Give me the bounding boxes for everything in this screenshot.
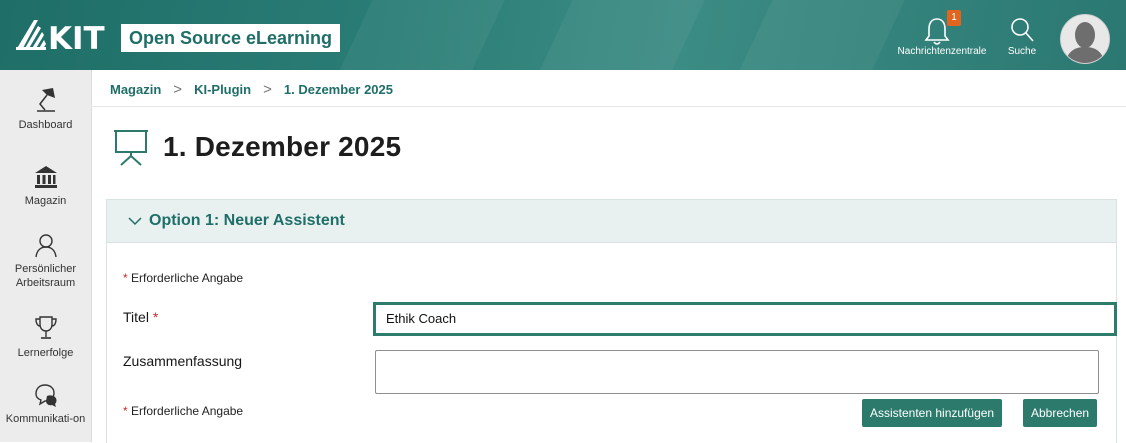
sidebar-item-label: Dashboard bbox=[18, 119, 73, 131]
header-decoration bbox=[531, 0, 709, 70]
sidebar-item-communication[interactable]: Kommunikati-on bbox=[0, 382, 91, 426]
required-asterisk: * bbox=[123, 404, 128, 418]
logo-text: KIT bbox=[48, 21, 105, 52]
summary-textarea[interactable] bbox=[375, 350, 1099, 394]
breadcrumb: Magazin > KI-Plugin > 1. Dezember 2025 bbox=[91, 70, 1126, 107]
presentation-board-icon bbox=[114, 130, 148, 166]
required-asterisk: * bbox=[152, 309, 159, 325]
required-asterisk: * bbox=[123, 271, 128, 285]
notification-center-button[interactable]: 1 Nachrichtenzentrale bbox=[890, 10, 994, 62]
add-assistant-button[interactable]: Assistenten hinzufügen bbox=[862, 399, 1003, 427]
title-label: Titel * bbox=[123, 309, 158, 325]
section-header[interactable]: Option 1: Neuer Assistent bbox=[107, 200, 1116, 243]
page-title-container: 1. Dezember 2025 bbox=[113, 128, 401, 166]
page-title: 1. Dezember 2025 bbox=[163, 131, 402, 162]
breadcrumb-link-magazin[interactable]: Magazin bbox=[110, 82, 161, 97]
summary-label: Zusammenfassung bbox=[123, 353, 243, 369]
main-sidebar: Dashboard Magazin Persönlicher Arbeitsra… bbox=[0, 70, 92, 442]
sidebar-item-learning-achievements[interactable]: Lernerfolge bbox=[0, 314, 91, 360]
search-icon bbox=[1011, 18, 1034, 42]
brand-title[interactable]: Open Source eLearning bbox=[121, 24, 341, 52]
user-silhouette-icon bbox=[1065, 22, 1105, 63]
chevron-down-icon bbox=[128, 217, 142, 226]
sidebar-item-personal-workspace[interactable]: Persönlicher Arbeitsraum bbox=[0, 232, 91, 290]
search-label: Suche bbox=[1007, 46, 1037, 57]
breadcrumb-current[interactable]: 1. Dezember 2025 bbox=[284, 82, 393, 97]
sidebar-item-label: Kommunikati-on bbox=[5, 413, 86, 425]
cancel-button[interactable]: Abbrechen bbox=[1023, 399, 1098, 427]
sidebar-item-magazin[interactable]: Magazin bbox=[0, 164, 91, 208]
section-title: Option 1: Neuer Assistent bbox=[149, 212, 345, 229]
sidebar-item-label: Persönlicher Arbeitsraum bbox=[14, 263, 77, 289]
new-assistant-form: Option 1: Neuer Assistent * Erforderlich… bbox=[106, 199, 1117, 443]
avatar[interactable] bbox=[1060, 14, 1110, 64]
header-decoration bbox=[331, 0, 509, 70]
notification-badge: 1 bbox=[947, 10, 961, 26]
trophy-icon bbox=[34, 316, 57, 339]
breadcrumb-link-ki-plugin[interactable]: KI-Plugin bbox=[194, 82, 251, 97]
header-decoration bbox=[731, 0, 909, 70]
title-label-text: Titel bbox=[123, 309, 149, 325]
chat-icon bbox=[34, 384, 56, 407]
required-note-text: Erforderliche Angabe bbox=[131, 404, 244, 418]
kit-logo[interactable]: KIT bbox=[14, 18, 106, 52]
notification-label: Nachrichtenzentrale bbox=[897, 46, 987, 57]
breadcrumb-separator-icon: > bbox=[263, 81, 272, 98]
sidebar-item-label: Lernerfolge bbox=[17, 347, 74, 359]
sidebar-item-label: Magazin bbox=[24, 195, 67, 207]
lamp-icon bbox=[36, 88, 55, 112]
bank-icon bbox=[34, 166, 57, 188]
required-note: * Erforderliche Angabe bbox=[123, 404, 243, 418]
required-note-text: Erforderliche Angabe bbox=[131, 271, 244, 285]
required-note: * Erforderliche Angabe bbox=[123, 271, 243, 285]
sidebar-item-dashboard[interactable]: Dashboard bbox=[0, 86, 91, 132]
breadcrumb-separator-icon: > bbox=[173, 81, 183, 98]
search-button[interactable]: Suche bbox=[1004, 12, 1040, 62]
top-header: KIT Open Source eLearning 1 Nachrichtenz… bbox=[0, 0, 1126, 70]
title-input[interactable]: Ethik Coach bbox=[373, 302, 1117, 336]
person-icon bbox=[34, 234, 57, 258]
